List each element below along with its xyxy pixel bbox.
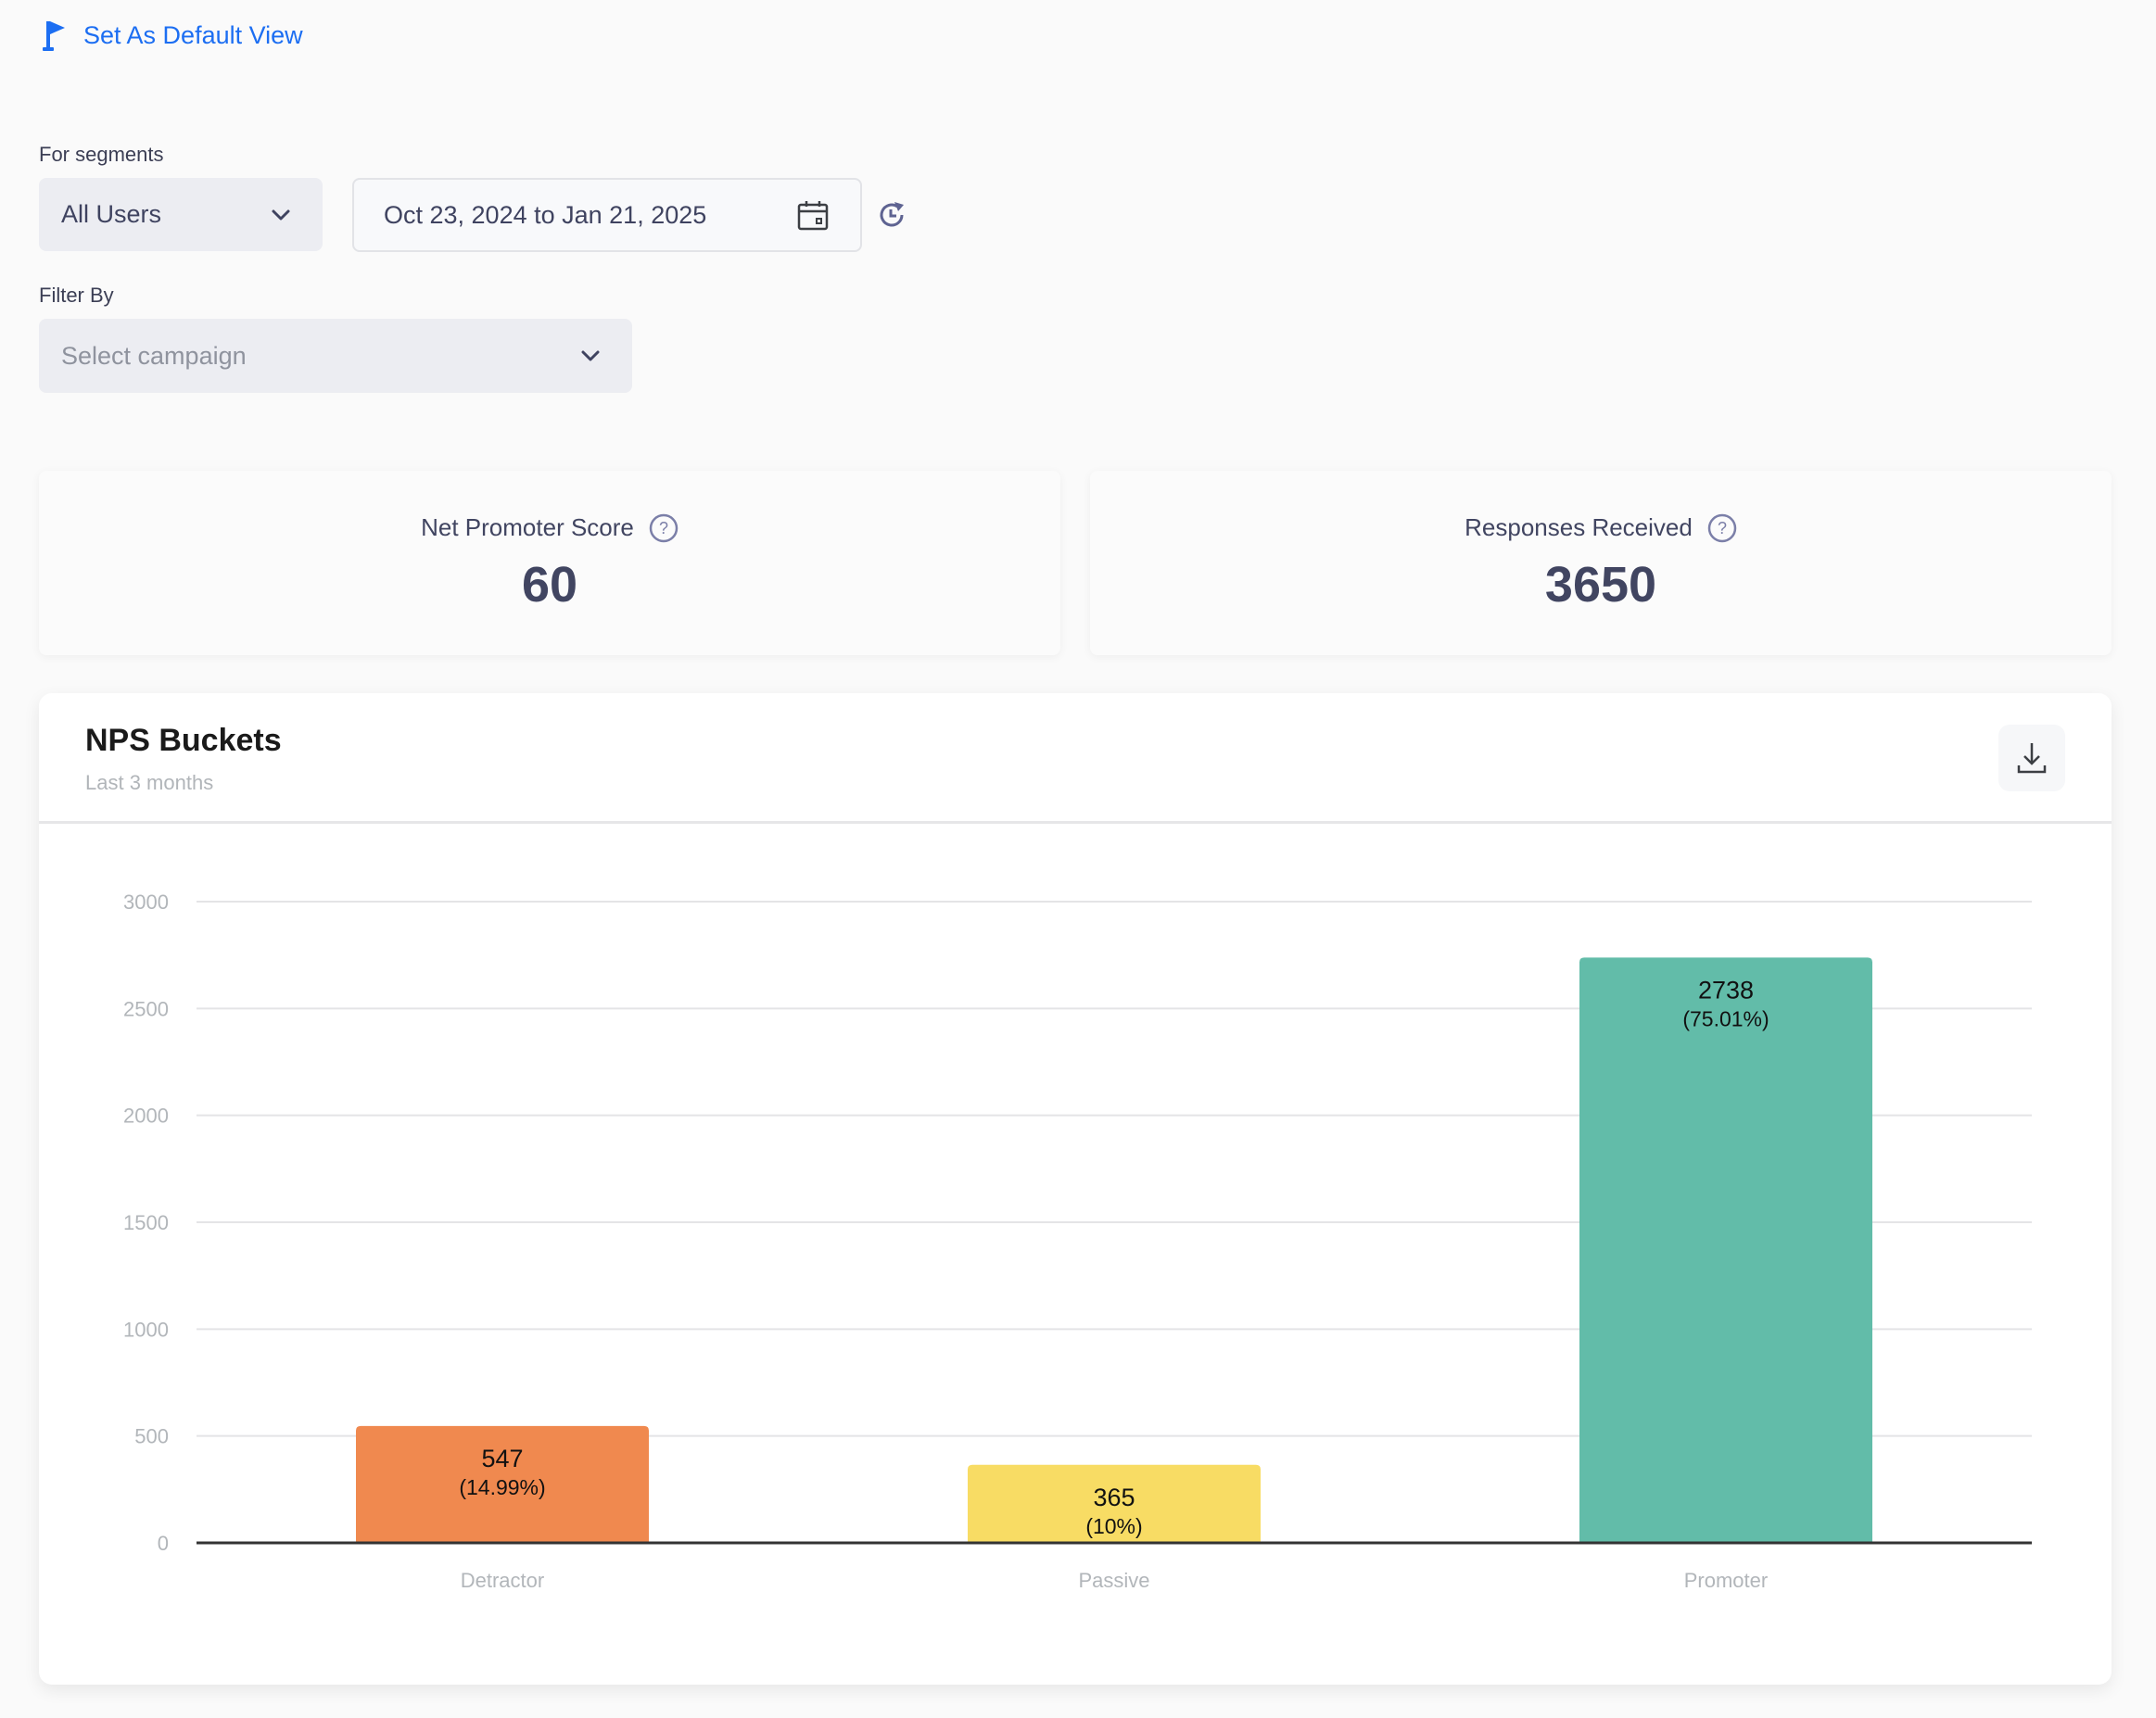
responses-card: Responses Received ? 3650 xyxy=(1090,471,2112,655)
bar-value-label: 365 xyxy=(1093,1484,1135,1511)
segments-label: For segments xyxy=(39,143,164,166)
flag-icon xyxy=(43,21,65,51)
responses-value: 3650 xyxy=(1544,556,1657,613)
date-range-value: Oct 23, 2024 to Jan 21, 2025 xyxy=(384,200,707,229)
segment-value: All Users xyxy=(61,200,162,228)
bar-percent-label: (10%) xyxy=(1085,1514,1142,1538)
y-tick-layer: 0 500 1000 1500 2000 2500 3000 xyxy=(123,891,169,1555)
set-default-view-label: Set As Default View xyxy=(83,20,303,49)
x-tick-label: Passive xyxy=(1078,1569,1149,1592)
chevron-down-icon xyxy=(272,209,290,220)
nps-score-card: Net Promoter Score ? 60 xyxy=(39,471,1060,655)
bar-percent-label: (14.99%) xyxy=(459,1475,545,1499)
campaign-placeholder: Select campaign xyxy=(61,341,247,370)
calendar-icon xyxy=(797,201,829,231)
bar-group-passive: 365 (10%) xyxy=(968,1464,1261,1543)
help-icon[interactable]: ? xyxy=(1707,513,1737,543)
y-tick-label: 1000 xyxy=(123,1318,169,1341)
x-label-layer: Detractor Passive Promoter xyxy=(461,1569,1768,1592)
svg-text:?: ? xyxy=(659,519,668,537)
bar-value-label: 547 xyxy=(481,1445,523,1472)
y-tick-label: 3000 xyxy=(123,891,169,914)
bar-layer: 547 (14.99%) 365 (10%) 2738(75.01%) xyxy=(197,957,2032,1545)
responses-label: Responses Received xyxy=(1465,513,1693,541)
x-tick-label: Detractor xyxy=(461,1569,544,1592)
nps-score-value: 60 xyxy=(521,556,578,613)
date-range-picker[interactable]: Oct 23, 2024 to Jan 21, 2025 xyxy=(352,178,862,252)
set-default-view-link[interactable]: Set As Default View xyxy=(43,17,303,54)
bar-promoter[interactable] xyxy=(1579,957,1872,1543)
campaign-select[interactable]: Select campaign xyxy=(39,319,632,393)
y-tick-label: 2000 xyxy=(123,1105,169,1128)
filter-by-label: Filter By xyxy=(39,284,114,307)
bar-percent-label: (75.01%) xyxy=(1682,1006,1769,1030)
bar-chart: 0 500 1000 1500 2000 2500 3000 547 (14.99%) 365 (… xyxy=(123,891,2032,1592)
x-tick-label: Promoter xyxy=(1684,1569,1768,1592)
y-tick-label: 1500 xyxy=(123,1211,169,1234)
help-icon[interactable]: ? xyxy=(649,513,679,543)
bar-group-promoter: 2738(75.01%) xyxy=(1579,957,1872,1543)
y-tick-label: 2500 xyxy=(123,997,169,1020)
nps-score-label: Net Promoter Score xyxy=(421,513,634,541)
nps-buckets-card: NPS Buckets Last 3 months 0 500 1000 1500 20… xyxy=(39,693,2112,1685)
chevron-down-icon xyxy=(581,350,600,361)
svg-text:?: ? xyxy=(1718,519,1727,537)
refresh-history-icon[interactable] xyxy=(877,200,907,230)
bar-group-detractor: 547 (14.99%) xyxy=(356,1425,649,1543)
bar-value-label: 2738 xyxy=(1698,976,1754,1004)
y-tick-label: 500 xyxy=(134,1425,169,1448)
segment-select[interactable]: All Users xyxy=(39,178,323,251)
y-tick-label: 0 xyxy=(158,1532,169,1555)
